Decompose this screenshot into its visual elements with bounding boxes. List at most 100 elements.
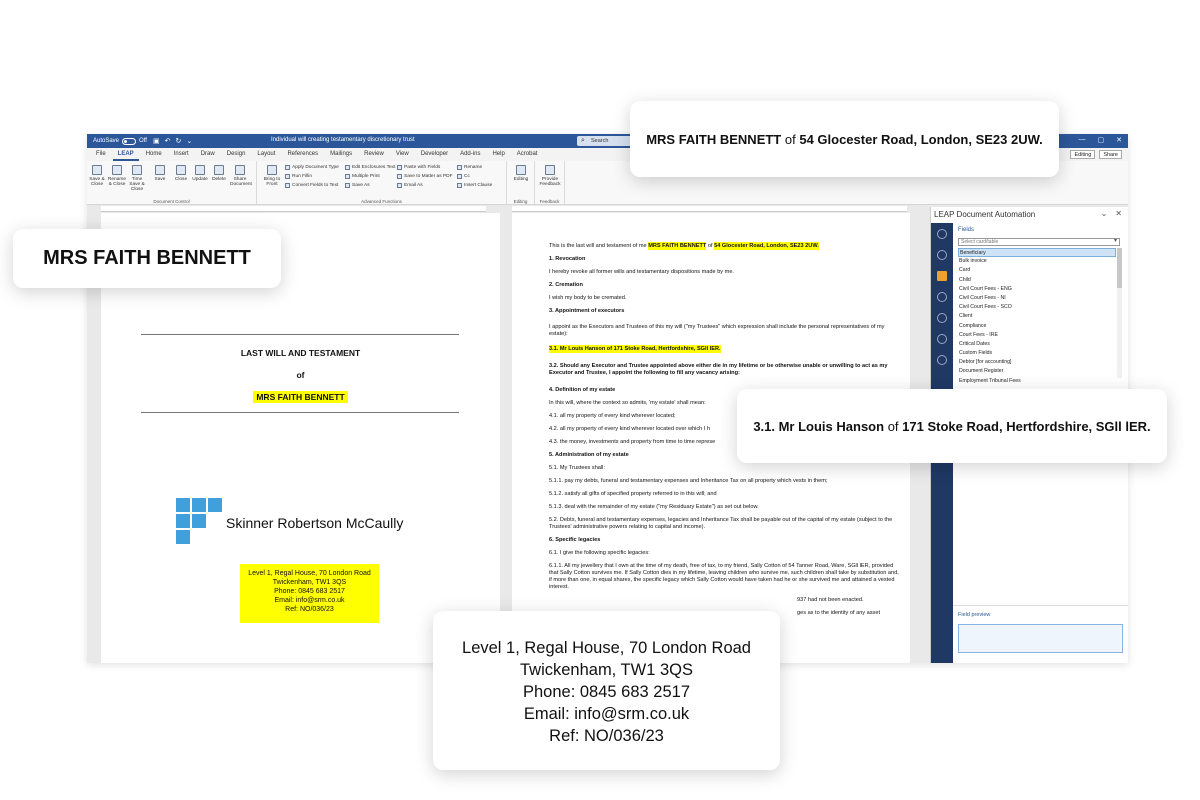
- edit-enclosures-button[interactable]: Edit Enclosures Text: [345, 165, 395, 170]
- field-list-scrollbar[interactable]: [1117, 248, 1122, 378]
- list-item[interactable]: Civil Court Fees - ENG: [958, 285, 1116, 294]
- tab-insert[interactable]: Insert: [169, 148, 194, 161]
- tab-review[interactable]: Review: [359, 148, 389, 161]
- provide-feedback-button[interactable]: Provide Feedback: [539, 165, 561, 187]
- customize-icon[interactable]: ⌄: [186, 137, 192, 145]
- firm-address-field[interactable]: Level 1, Regal House, 70 London Road Twi…: [240, 564, 379, 623]
- list-item[interactable]: Card: [958, 266, 1116, 275]
- executor-field[interactable]: 3.1. Mr Louis Hanson of 171 Stoke Road, …: [549, 345, 721, 353]
- save-matter-pdf-button[interactable]: Save to Matter as PDF: [397, 174, 453, 179]
- close-icon[interactable]: ✕: [1115, 209, 1122, 218]
- maximize-icon[interactable]: ▢: [1098, 136, 1105, 144]
- paste-with-fields-button[interactable]: Paste with Fields: [397, 165, 440, 170]
- bring-to-front-button[interactable]: Bring to Front: [261, 165, 283, 187]
- time-save-close-button[interactable]: Time Save & Close: [127, 165, 147, 192]
- clock-icon[interactable]: [937, 334, 947, 344]
- fields-icon[interactable]: [937, 271, 947, 281]
- share-button[interactable]: Share: [1099, 150, 1122, 159]
- address-line: Level 1, Regal House, 70 London Road: [248, 570, 371, 577]
- email-as-button[interactable]: Email As: [397, 183, 423, 188]
- autosave-toggle[interactable]: [122, 137, 137, 145]
- callout-firm-address: Level 1, Regal House, 70 London Road Twi…: [433, 611, 780, 770]
- testator-name-field[interactable]: MRS FAITH BENNETT: [648, 242, 707, 250]
- tab-acrobat[interactable]: Acrobat: [512, 148, 543, 161]
- save-button[interactable]: Save: [150, 165, 170, 182]
- help-icon[interactable]: [937, 313, 947, 323]
- horizontal-ruler: [101, 206, 486, 212]
- save-as-icon: [345, 183, 350, 188]
- save-icon[interactable]: ▣: [153, 137, 160, 145]
- rename-close-button[interactable]: Rename & Close: [107, 165, 127, 187]
- list-item[interactable]: Critical Dates: [958, 340, 1116, 349]
- tab-add-ins[interactable]: Add-ins: [455, 148, 485, 161]
- run-icon: [285, 174, 290, 179]
- paragraph: 5.1.3. deal with the remainder of my est…: [549, 504, 759, 510]
- card-table-select[interactable]: Select card/table: [958, 238, 1120, 246]
- tab-help[interactable]: Help: [487, 148, 509, 161]
- close-icon[interactable]: ✕: [1116, 136, 1122, 144]
- scroll-thumb[interactable]: [1117, 248, 1122, 288]
- insert-clause-button[interactable]: Insert Clause: [457, 183, 492, 188]
- delete-button[interactable]: Delete: [209, 165, 229, 182]
- save-close-button[interactable]: Save & Close: [87, 165, 107, 187]
- undo-icon[interactable]: ↶: [165, 137, 171, 145]
- tab-home[interactable]: Home: [141, 148, 167, 161]
- paragraph: 5.2. Debts, funeral and testamentary exp…: [549, 517, 893, 530]
- tab-file[interactable]: File: [91, 148, 111, 161]
- chevron-down-icon[interactable]: ⌄: [1101, 209, 1108, 218]
- list-item[interactable]: Document Register: [958, 367, 1116, 376]
- list-item[interactable]: Civil Court Fees - SCO: [958, 303, 1116, 312]
- wrench-icon[interactable]: [937, 229, 947, 239]
- convert-fields-button[interactable]: Convert Fields to Text: [285, 183, 338, 188]
- convert-icon: [285, 183, 290, 188]
- list-item[interactable]: Client: [958, 312, 1116, 321]
- list-item[interactable]: Civil Court Fees - NI: [958, 294, 1116, 303]
- autosave[interactable]: AutoSave Off: [93, 137, 147, 145]
- minimize-icon[interactable]: —: [1079, 136, 1086, 144]
- group-advanced-functions: Bring to Front Apply Document Type Run F…: [257, 161, 507, 205]
- paragraph: I wish my body to be cremated.: [549, 295, 627, 301]
- close-doc-icon: [176, 165, 186, 175]
- redo-icon[interactable]: ↻: [175, 137, 181, 145]
- ruler-icon[interactable]: [937, 355, 947, 365]
- editing-mode-button[interactable]: Editing: [1070, 150, 1096, 159]
- camera-icon[interactable]: [937, 292, 947, 302]
- save-as-button[interactable]: Save As: [345, 183, 370, 188]
- close-button[interactable]: Close: [171, 165, 191, 182]
- list-item[interactable]: Custom Fields: [958, 349, 1116, 358]
- list-item[interactable]: Bulk invoice: [958, 257, 1116, 266]
- tab-references[interactable]: References: [282, 148, 323, 161]
- tab-developer[interactable]: Developer: [416, 148, 453, 161]
- list-item[interactable]: Debtor [for accounting]: [958, 358, 1116, 367]
- list-item[interactable]: Compliance: [958, 322, 1116, 331]
- search-icon[interactable]: [937, 250, 947, 260]
- group-editing: Editing Editing: [507, 161, 535, 205]
- fields-label: Fields: [958, 227, 975, 233]
- tab-draw[interactable]: Draw: [196, 148, 220, 161]
- cc-button[interactable]: Cc: [457, 174, 470, 179]
- group-label: Advanced Functions: [361, 199, 402, 204]
- tab-leap[interactable]: LEAP: [112, 148, 139, 161]
- tab-design[interactable]: Design: [222, 148, 251, 161]
- share-document-button[interactable]: Share Document: [230, 165, 252, 187]
- tab-mailings[interactable]: Mailings: [325, 148, 357, 161]
- rename-button[interactable]: Rename: [457, 165, 482, 170]
- editing-button[interactable]: Editing: [511, 165, 531, 182]
- testator-name-field[interactable]: MRS FAITH BENNETT: [253, 391, 348, 403]
- list-item[interactable]: Child: [958, 276, 1116, 285]
- list-item[interactable]: Employment Tribunal Fees: [958, 377, 1116, 386]
- paragraph: I appoint as the Executors and Trustees …: [549, 324, 885, 337]
- tab-layout[interactable]: Layout: [252, 148, 280, 161]
- apply-document-type-button[interactable]: Apply Document Type: [285, 165, 339, 170]
- list-item[interactable]: Court Fees - IRE: [958, 331, 1116, 340]
- intro-paragraph: This is the last will and testament of m…: [549, 242, 819, 250]
- list-item[interactable]: Beneficiary: [958, 248, 1116, 258]
- callout-text: 3.1. Mr Louis Hanson of 171 Stoke Road, …: [753, 418, 1151, 434]
- enclosure-icon: [345, 165, 350, 170]
- run-fillin-button[interactable]: Run Fillin: [285, 174, 312, 179]
- tab-view[interactable]: View: [391, 148, 414, 161]
- delete-icon: [214, 165, 224, 175]
- update-button[interactable]: Update: [190, 165, 210, 182]
- multiple-print-button[interactable]: Multiple Print: [345, 174, 380, 179]
- testator-address-field[interactable]: 54 Glocester Road, London, SE23 2UW.: [714, 242, 819, 250]
